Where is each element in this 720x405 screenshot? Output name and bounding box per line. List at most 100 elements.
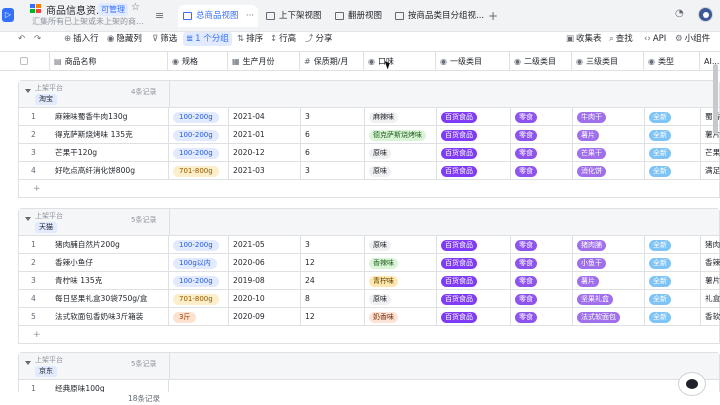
sort-button[interactable]: ⇅排序 <box>237 32 263 46</box>
cell-ai[interactable]: 香软 <box>701 308 720 325</box>
cell-level3[interactable]: 牛肉干 <box>573 108 645 125</box>
menu-icon[interactable]: ≡ <box>155 9 164 22</box>
cell-taste[interactable]: 奶香味 <box>365 308 437 325</box>
cell-ai[interactable]: 薯片 <box>701 272 720 289</box>
group-button[interactable]: ≣1 个分组 <box>183 32 232 46</box>
cell-level1[interactable]: 百货食品 <box>437 290 511 307</box>
notification-icon[interactable]: ◔ <box>675 8 684 19</box>
cell-type[interactable]: 全新 <box>645 144 701 161</box>
cell-month[interactable]: 2021-01 <box>229 126 301 143</box>
collapse-caret-icon[interactable] <box>25 361 31 365</box>
cell-name[interactable]: 好吃点高纤消化饼800g <box>51 162 169 179</box>
cell-taste[interactable]: 原味 <box>365 236 437 253</box>
row-height-button[interactable]: ↕行高 <box>270 32 296 46</box>
filter-button[interactable]: ⊽筛选 <box>152 32 177 46</box>
cell-taste[interactable]: 青柠味 <box>365 272 437 289</box>
cell-level1[interactable]: 百货食品 <box>437 308 511 325</box>
cell-shelf-life[interactable]: 3 <box>301 162 365 179</box>
cell-level2[interactable]: 零食 <box>511 126 573 143</box>
add-row-button[interactable]: + <box>19 180 719 198</box>
cell-taste[interactable]: 原味 <box>365 144 437 161</box>
cell-type[interactable]: 全新 <box>645 308 701 325</box>
cell-month[interactable]: 2020-09 <box>229 308 301 325</box>
cell-shelf-life[interactable]: 12 <box>301 308 365 325</box>
cell-type[interactable]: 全新 <box>645 126 701 143</box>
more-icon[interactable]: ··· <box>246 5 254 27</box>
assistant-mascot-icon[interactable] <box>678 372 706 396</box>
table-row[interactable]: 1 麻辣味蜀香牛肉130g 100-200g 2021-04 3 麻辣味 百货食… <box>19 108 719 126</box>
collapse-caret-icon[interactable] <box>25 89 31 93</box>
table-row[interactable]: 3 青柠味 135克 100-200g 2019-08 24 青柠味 百货食品 … <box>19 272 719 290</box>
redo-icon[interactable]: ↷ <box>34 32 43 46</box>
tab-total-view[interactable]: 总商品视图 ··· <box>178 5 258 27</box>
table-row[interactable]: 4 每日坚果礼盒30袋750g/盒 701-800g 2020-10 8 原味 … <box>19 290 719 308</box>
cell-spec[interactable]: 100-200g <box>169 144 229 161</box>
group-header[interactable]: 上架平台 淘宝 4条记录 <box>19 81 719 108</box>
column-header-spec[interactable]: ◉规格 <box>168 52 228 71</box>
cell-shelf-life[interactable]: 12 <box>301 254 365 271</box>
cell-month[interactable]: 2021-04 <box>229 108 301 125</box>
cell-level1[interactable]: 百货食品 <box>437 162 511 179</box>
cell-name[interactable]: 法式软面包香奶味3斤箱装 <box>51 308 169 325</box>
table-row[interactable]: 1 猪肉脯自然片200g 100-200g 2021-05 3 原味 百货食品 … <box>19 236 719 254</box>
cell-level1[interactable]: 百货食品 <box>437 272 511 289</box>
cell-name[interactable]: 猪肉脯自然片200g <box>51 236 169 253</box>
cell-spec[interactable]: 100-200g <box>169 272 229 289</box>
vertical-scrollbar[interactable] <box>713 64 718 134</box>
cell-level1[interactable]: 百货食品 <box>437 108 511 125</box>
cell-shelf-life[interactable]: 6 <box>301 144 365 161</box>
cell-taste[interactable]: 麻辣味 <box>365 108 437 125</box>
cell-level1[interactable]: 百货食品 <box>437 254 511 271</box>
group-header[interactable]: 上架平台 天猫 5条记录 <box>19 209 719 236</box>
column-header-level1[interactable]: ◉一级类目 <box>436 52 510 71</box>
column-header-name[interactable]: ▤商品名称 <box>50 52 168 71</box>
cell-spec[interactable]: 100g以内 <box>169 254 229 271</box>
cell-month[interactable]: 2021-03 <box>229 162 301 179</box>
cell-level3[interactable]: 猪肉脯 <box>573 236 645 253</box>
cell-shelf-life[interactable]: 3 <box>301 108 365 125</box>
table-row[interactable]: 5 法式软面包香奶味3斤箱装 3斤 2020-09 12 奶香味 百货食品 零食… <box>19 308 719 326</box>
share-button[interactable]: ⤴分享 <box>305 32 333 46</box>
cell-ai[interactable]: 香辣 <box>701 254 720 271</box>
collapse-caret-icon[interactable] <box>25 217 31 221</box>
cell-type[interactable]: 全新 <box>645 272 701 289</box>
cell-name[interactable]: 每日坚果礼盒30袋750g/盒 <box>51 290 169 307</box>
select-all-checkbox[interactable] <box>20 57 28 65</box>
avatar[interactable] <box>698 7 713 22</box>
cell-name[interactable]: 香辣小鱼仔 <box>51 254 169 271</box>
cell-taste[interactable]: 原味 <box>365 162 437 179</box>
tab-album-view[interactable]: 翻册视图 <box>330 5 388 27</box>
cell-name[interactable]: 芒果干120g <box>51 144 169 161</box>
column-header-month[interactable]: ▦生产月份 <box>228 52 300 71</box>
table-row[interactable]: 3 芒果干120g 100-200g 2020-12 6 原味 百货食品 零食 … <box>19 144 719 162</box>
widget-button[interactable]: ⚙小组件 <box>675 32 710 46</box>
cell-spec[interactable]: 3斤 <box>169 308 229 325</box>
cell-spec[interactable]: 100-200g <box>169 236 229 253</box>
table-row[interactable]: 2 得克萨斯烧烤味 135克 100-200g 2021-01 6 德克萨斯烧烤… <box>19 126 719 144</box>
api-button[interactable]: ‹›API <box>644 32 666 46</box>
undo-icon[interactable]: ↶ <box>18 32 27 46</box>
star-icon[interactable]: ☆ <box>131 2 140 13</box>
cell-level1[interactable]: 百货食品 <box>437 144 511 161</box>
cell-shelf-life[interactable]: 6 <box>301 126 365 143</box>
hide-columns-button[interactable]: ◉隐藏列 <box>107 32 142 46</box>
cell-ai[interactable]: 满足 <box>701 162 720 179</box>
cell-level2[interactable]: 零食 <box>511 144 573 161</box>
collect-form-button[interactable]: ▣收集表 <box>566 32 602 46</box>
add-view-button[interactable]: + <box>488 9 498 23</box>
cell-month[interactable]: 2020-12 <box>229 144 301 161</box>
cell-ai[interactable]: 芒果 <box>701 144 720 161</box>
cell-shelf-life[interactable]: 24 <box>301 272 365 289</box>
cell-level2[interactable]: 零食 <box>511 162 573 179</box>
cell-level2[interactable]: 零食 <box>511 108 573 125</box>
cell-type[interactable]: 全新 <box>645 254 701 271</box>
expand-sidebar-icon[interactable]: ▷ <box>2 8 14 22</box>
cell-taste[interactable]: 香辣味 <box>365 254 437 271</box>
cell-shelf-life[interactable]: 8 <box>301 290 365 307</box>
cell-level2[interactable]: 零食 <box>511 308 573 325</box>
cell-level3[interactable]: 小鱼干 <box>573 254 645 271</box>
cell-type[interactable]: 全新 <box>645 290 701 307</box>
column-header-shelf-life[interactable]: #保质期/月 <box>300 52 364 71</box>
cell-level3[interactable]: 坚果礼盒 <box>573 290 645 307</box>
cell-level2[interactable]: 零食 <box>511 290 573 307</box>
